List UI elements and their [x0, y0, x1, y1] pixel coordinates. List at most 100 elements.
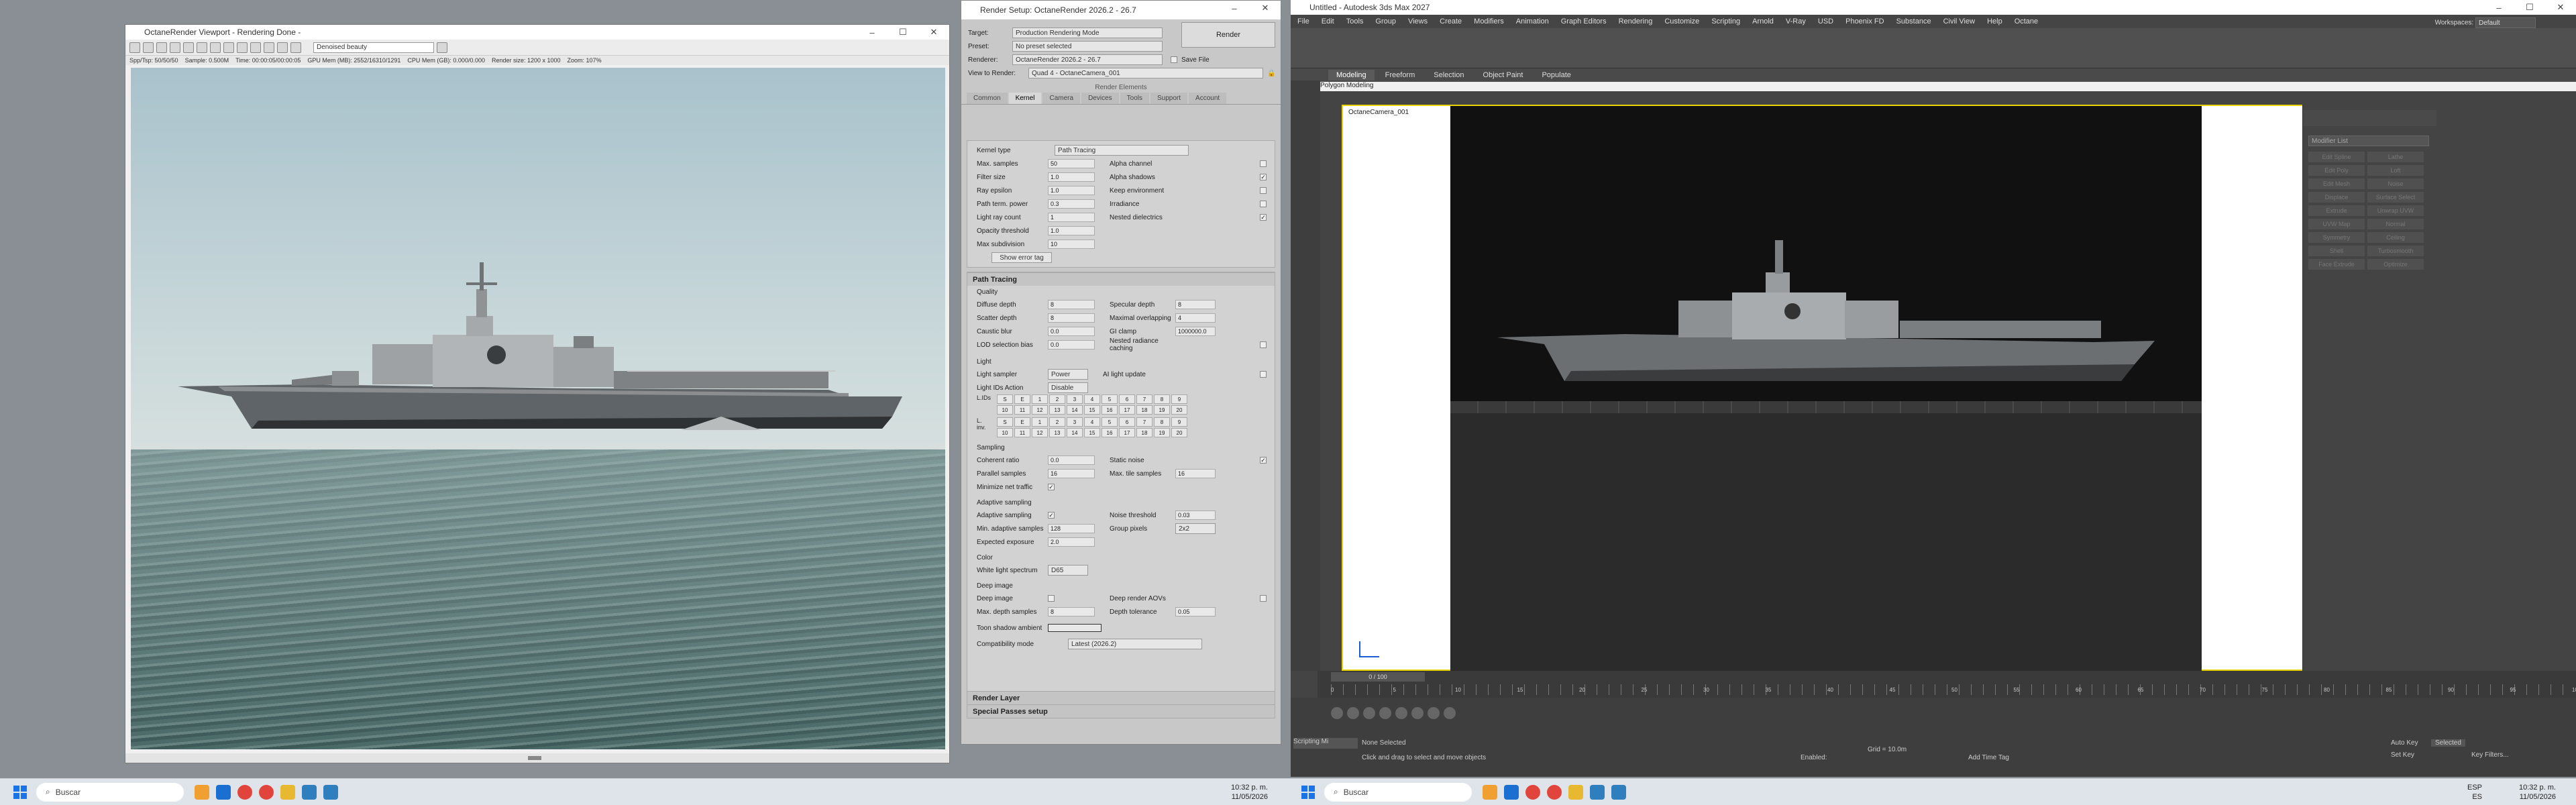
menu-item[interactable]: USD — [1818, 17, 1833, 25]
close-button[interactable]: ✕ — [1250, 1, 1281, 15]
camera-viewport[interactable]: OctaneCamera_001 — [1342, 105, 2356, 672]
adaptive-setting-value[interactable]: 2.0 — [1048, 537, 1095, 547]
max-title-bar[interactable]: Untitled - Autodesk 3ds Max 2027 – ☐ ✕ — [1291, 0, 2576, 15]
light-id-toggle[interactable]: 19 — [1154, 428, 1170, 437]
workspace-dropdown[interactable]: Default — [2475, 17, 2536, 28]
kernel-setting-value[interactable]: 1.0 — [1048, 186, 1095, 195]
modifier-button[interactable]: Optimize — [2367, 259, 2424, 270]
light-id-toggle[interactable]: S — [997, 394, 1013, 404]
light-id-toggle[interactable]: 3 — [1067, 417, 1083, 427]
language-indicator[interactable]: ESP ES — [2467, 783, 2482, 802]
kernel-option-checkbox[interactable] — [1260, 187, 1267, 194]
light-id-toggle[interactable]: 6 — [1119, 394, 1135, 404]
modifier-button[interactable]: Extrude — [2308, 205, 2365, 216]
light-ids-dropdown[interactable]: Disable — [1048, 382, 1088, 393]
light-id-toggle[interactable]: 4 — [1084, 394, 1100, 404]
modifier-button[interactable]: Noise — [2367, 178, 2424, 189]
pt-setting-value[interactable]: 0.0 — [1048, 340, 1095, 350]
modifier-list-dropdown[interactable]: Modifier List — [2308, 136, 2429, 146]
tool-icon[interactable] — [1379, 707, 1391, 719]
pt-setting-value[interactable]: 1000000.0 — [1175, 327, 1216, 336]
refresh-icon[interactable] — [437, 42, 447, 53]
camera-name[interactable]: OctaneCamera_001 — [1348, 109, 1409, 116]
explorer-icon[interactable] — [1568, 784, 1583, 800]
tab-common[interactable]: Common — [967, 93, 1008, 104]
clock-left[interactable]: 10:32 p. m. 11/05/2026 — [1231, 783, 1268, 802]
light-id-toggle[interactable]: 18 — [1136, 428, 1152, 437]
chrome-icon[interactable] — [1525, 784, 1540, 800]
preset-dropdown[interactable]: No preset selected — [1012, 41, 1163, 52]
target-dropdown[interactable]: Production Rendering Mode — [1012, 28, 1163, 38]
clock-right[interactable]: 10:32 p. m. 11/05/2026 — [2519, 783, 2556, 802]
static-noise-checkbox[interactable]: ✓ — [1260, 457, 1267, 464]
maximize-button[interactable]: ☐ — [2514, 0, 2545, 15]
menu-item[interactable]: Graph Editors — [1561, 17, 1607, 25]
key-filters-button[interactable]: Key Filters... — [2471, 751, 2509, 759]
tool-icon[interactable] — [1411, 707, 1424, 719]
command-panel-tabs[interactable] — [2303, 110, 2436, 126]
modifier-button[interactable]: Edit Poly — [2308, 165, 2365, 176]
light-id-toggle[interactable]: 11 — [1014, 428, 1030, 437]
modifier-button[interactable]: Loft — [2367, 165, 2424, 176]
time-slider[interactable]: 0 / 100 — [1331, 672, 1425, 682]
pt-setting-value[interactable]: 8 — [1175, 300, 1216, 309]
tab-kernel[interactable]: Kernel — [1008, 93, 1042, 104]
group-pixels-dropdown[interactable]: 2x2 — [1175, 523, 1216, 534]
white-light-dropdown[interactable]: D65 — [1048, 565, 1088, 576]
light-id-toggle[interactable]: 20 — [1171, 428, 1187, 437]
kernel-setting-value[interactable]: 10 — [1048, 239, 1095, 249]
set-key-button[interactable]: Set Key — [2391, 751, 2414, 759]
start-button[interactable] — [1301, 785, 1315, 799]
deep-setting-value[interactable]: 0.05 — [1175, 607, 1216, 616]
minimize-button[interactable]: – — [857, 25, 888, 40]
minimize-net-checkbox[interactable]: ✓ — [1048, 484, 1055, 490]
menu-item[interactable]: Create — [1440, 17, 1462, 25]
color-icon[interactable] — [290, 42, 301, 53]
tab-freeform[interactable]: Freeform — [1377, 70, 1424, 80]
viewport-scrollbar[interactable] — [125, 753, 949, 763]
octane-title-bar[interactable]: OctaneRender Viewport - Rendering Done -… — [125, 25, 949, 40]
light-id-toggle[interactable]: 5 — [1102, 394, 1118, 404]
modifier-button[interactable]: Lathe — [2367, 152, 2424, 162]
menu-item[interactable]: Modifiers — [1474, 17, 1504, 25]
light-id-toggle[interactable]: 10 — [997, 405, 1013, 415]
light-id-toggle[interactable]: 12 — [1032, 428, 1048, 437]
tool-icon[interactable] — [1347, 707, 1359, 719]
save-icon[interactable] — [129, 42, 140, 53]
view-dropdown[interactable]: Quad 4 - OctaneCamera_001 — [1028, 68, 1263, 78]
light-id-toggle[interactable]: 14 — [1067, 405, 1083, 415]
modifier-button[interactable]: Normal — [2367, 219, 2424, 229]
light-id-toggle[interactable]: 10 — [997, 428, 1013, 437]
menu-item[interactable]: Phoenix FD — [1845, 17, 1884, 25]
menu-item[interactable]: Substance — [1896, 17, 1931, 25]
menu-item[interactable]: Arnold — [1752, 17, 1774, 25]
taskbar-search[interactable]: ⌕ Buscar — [1324, 782, 1472, 802]
taskbar-app-icon[interactable] — [195, 784, 209, 800]
light-id-toggle[interactable]: 12 — [1032, 405, 1048, 415]
bug-icon[interactable] — [277, 42, 288, 53]
menu-item[interactable]: V-Ray — [1786, 17, 1806, 25]
modifier-button[interactable]: Displace — [2308, 192, 2365, 203]
tab-support[interactable]: Support — [1150, 93, 1188, 104]
tab-modeling[interactable]: Modeling — [1328, 70, 1375, 80]
adaptive-sampling-checkbox[interactable]: ✓ — [1048, 512, 1055, 519]
sampling-setting-value[interactable]: 0.0 — [1048, 455, 1095, 465]
modifier-button[interactable]: Face Extrude — [2308, 259, 2365, 270]
toon-shadow-swatch[interactable] — [1048, 624, 1102, 632]
clay-icon[interactable] — [264, 42, 274, 53]
pt-setting-value[interactable]: 8 — [1048, 313, 1095, 323]
show-error-tag-button[interactable]: Show error tag — [991, 252, 1052, 263]
light-id-toggle[interactable]: 16 — [1102, 405, 1118, 415]
deep-image-checkbox[interactable] — [1048, 595, 1055, 602]
tool-icon[interactable] — [1428, 707, 1440, 719]
stop-icon[interactable] — [156, 42, 167, 53]
menu-item[interactable]: Civil View — [1943, 17, 1975, 25]
pt-setting-value[interactable]: 4 — [1175, 313, 1216, 323]
light-id-toggle[interactable]: 17 — [1119, 428, 1135, 437]
light-id-toggle[interactable]: 7 — [1136, 417, 1152, 427]
modifier-button[interactable]: Ceiling — [2367, 232, 2424, 243]
key-mode-dropdown[interactable]: Selected — [2431, 739, 2465, 747]
menu-item[interactable]: Help — [1987, 17, 2002, 25]
menu-item[interactable]: Rendering — [1619, 17, 1653, 25]
chrome-icon[interactable] — [237, 784, 252, 800]
